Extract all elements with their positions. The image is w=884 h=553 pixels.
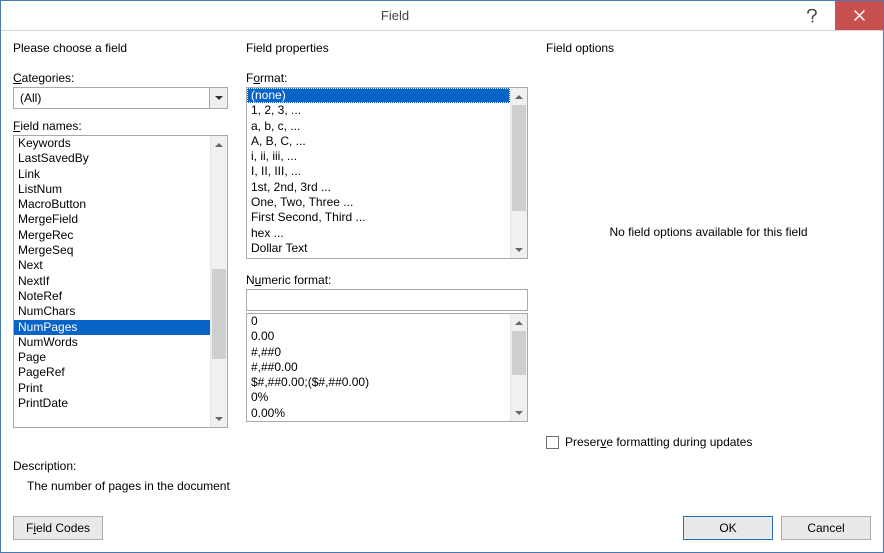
list-item[interactable]: Keywords (14, 136, 210, 151)
list-item[interactable]: 0.00% (247, 406, 510, 421)
no-field-options-text: No field options available for this fiel… (546, 225, 871, 239)
cancel-button[interactable]: Cancel (781, 516, 871, 540)
window-title: Field (1, 1, 789, 30)
list-item[interactable]: Dollar Text (247, 241, 510, 256)
scroll-up-button[interactable] (211, 136, 227, 153)
list-item[interactable]: NoteRef (14, 289, 210, 304)
list-item[interactable]: PageRef (14, 365, 210, 380)
preserve-formatting-checkbox[interactable] (546, 436, 559, 449)
scroll-track[interactable] (211, 153, 227, 410)
list-item[interactable]: a, b, c, ... (247, 119, 510, 134)
numeric-format-label: Numeric format: (246, 273, 528, 287)
list-item[interactable]: 0% (247, 390, 510, 405)
field-options-heading: Field options (546, 41, 871, 55)
categories-value: (All) (14, 88, 209, 108)
list-item[interactable]: NumPages (14, 320, 210, 335)
chevron-up-icon (215, 143, 223, 147)
scroll-track[interactable] (511, 331, 527, 404)
choose-field-heading: Please choose a field (13, 41, 228, 55)
list-item[interactable]: I, II, III, ... (247, 164, 510, 179)
list-item[interactable]: Next (14, 258, 210, 273)
list-item[interactable]: 0 (247, 314, 510, 329)
categories-dropdown-button[interactable] (209, 88, 227, 108)
help-button[interactable] (789, 1, 835, 30)
categories-label: Categories: (13, 71, 228, 85)
format-scrollbar[interactable] (510, 88, 527, 258)
list-item[interactable]: MacroButton (14, 197, 210, 212)
chevron-up-icon (515, 95, 523, 99)
list-item[interactable]: MergeField (14, 212, 210, 227)
list-item[interactable]: A, B, C, ... (247, 134, 510, 149)
close-icon (854, 10, 865, 21)
list-item[interactable]: Page (14, 350, 210, 365)
categories-combo[interactable]: (All) (13, 87, 228, 109)
list-item[interactable]: (none) (247, 88, 510, 103)
preserve-formatting-row[interactable]: Preserve formatting during updates (546, 435, 871, 449)
close-button[interactable] (835, 1, 883, 30)
list-item[interactable]: NextIf (14, 274, 210, 289)
list-item[interactable]: hex ... (247, 226, 510, 241)
scroll-down-button[interactable] (511, 241, 527, 258)
numeric-format-input[interactable] (246, 289, 528, 311)
description-label: Description: (13, 459, 871, 473)
list-item[interactable]: #,##0 (247, 345, 510, 360)
list-item[interactable]: 0.00 (247, 329, 510, 344)
chevron-down-icon (515, 411, 523, 415)
field-codes-button[interactable]: Field Codes (13, 516, 103, 540)
chevron-up-icon (515, 321, 523, 325)
ok-button[interactable]: OK (683, 516, 773, 540)
numeric-scrollbar[interactable] (510, 314, 527, 421)
list-item[interactable]: 1, 2, 3, ... (247, 103, 510, 118)
list-item[interactable]: LastSavedBy (14, 151, 210, 166)
field-names-scrollbar[interactable] (210, 136, 227, 427)
list-item[interactable]: ListNum (14, 182, 210, 197)
preserve-formatting-label: Preserve formatting during updates (565, 435, 752, 449)
list-item[interactable]: First Second, Third ... (247, 210, 510, 225)
help-icon (806, 9, 818, 23)
chevron-down-icon (515, 248, 523, 252)
list-item[interactable]: NumChars (14, 304, 210, 319)
scroll-down-button[interactable] (511, 404, 527, 421)
scroll-thumb[interactable] (512, 331, 526, 375)
scroll-down-button[interactable] (211, 410, 227, 427)
list-item[interactable]: $#,##0.00;($#,##0.00) (247, 375, 510, 390)
list-item[interactable]: MergeSeq (14, 243, 210, 258)
format-listbox[interactable]: (none)1, 2, 3, ...a, b, c, ...A, B, C, .… (246, 87, 528, 259)
numeric-format-listbox[interactable]: 00.00#,##0#,##0.00$#,##0.00;($#,##0.00)0… (246, 313, 528, 422)
scroll-thumb[interactable] (512, 105, 526, 211)
chevron-down-icon (215, 96, 223, 100)
list-item[interactable]: #,##0.00 (247, 360, 510, 375)
field-names-label: Field names: (13, 119, 228, 133)
scroll-up-button[interactable] (511, 88, 527, 105)
list-item[interactable]: i, ii, iii, ... (247, 149, 510, 164)
title-bar: Field (1, 1, 883, 31)
list-item[interactable]: MergeRec (14, 228, 210, 243)
description-text: The number of pages in the document (27, 479, 871, 493)
list-item[interactable]: 1st, 2nd, 3rd ... (247, 180, 510, 195)
list-item[interactable]: One, Two, Three ... (247, 195, 510, 210)
scroll-track[interactable] (511, 105, 527, 241)
field-names-listbox[interactable]: KeywordsLastSavedByLinkListNumMacroButto… (13, 135, 228, 428)
format-label: Format: (246, 71, 528, 85)
chevron-down-icon (215, 417, 223, 421)
scroll-up-button[interactable] (511, 314, 527, 331)
scroll-thumb[interactable] (212, 269, 226, 359)
field-properties-heading: Field properties (246, 41, 528, 55)
list-item[interactable]: NumWords (14, 335, 210, 350)
list-item[interactable]: Link (14, 167, 210, 182)
list-item[interactable]: PrintDate (14, 396, 210, 411)
list-item[interactable]: Print (14, 381, 210, 396)
